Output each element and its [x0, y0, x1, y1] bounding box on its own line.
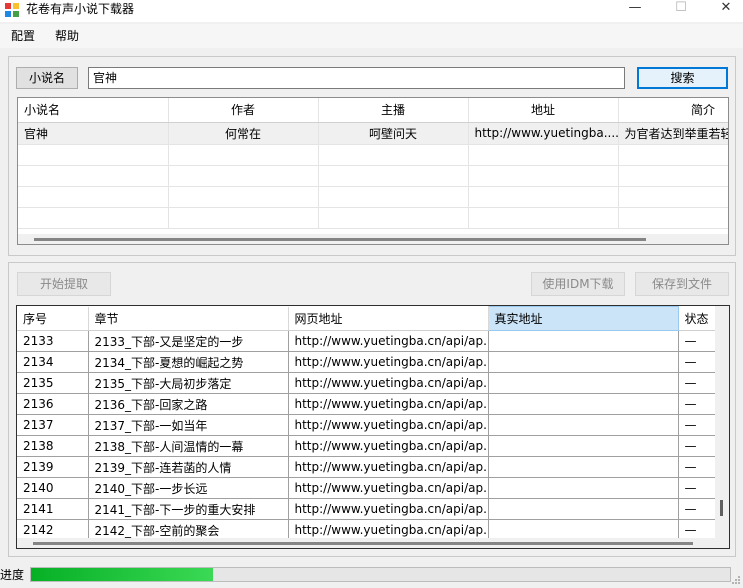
table-row[interactable]: 2140 2140_下部-一步长远 http://www.yuetingba.cn/… [17, 477, 729, 499]
col-author[interactable]: 作者 [168, 98, 319, 123]
progress-label: 进度 [0, 568, 25, 582]
cell-real-url [488, 393, 679, 415]
cell-author: 何常在 [168, 122, 319, 145]
cell-chapter: 2141_下部-下一步的重大安排 [88, 498, 289, 520]
maximize-button[interactable]: ☐ [658, 0, 704, 18]
table-row[interactable]: 官神 何常在 呵壁问天 http://www.yuetingba.... 为官者… [18, 122, 728, 145]
cell-real-url [488, 351, 679, 373]
results-hscrollbar[interactable] [18, 234, 728, 244]
cell-real-url [488, 414, 679, 436]
cell-page-url: http://www.yuetingba.cn/api/ap... [288, 414, 489, 436]
cell-chapter: 2136_下部-回家之路 [88, 393, 289, 415]
menu-help[interactable]: 帮助 [49, 24, 85, 48]
col-narrator[interactable]: 主播 [318, 98, 469, 123]
menu-bar: 配置 帮助 [0, 24, 743, 48]
col-url[interactable]: 地址 [468, 98, 619, 123]
cell-narrator: 呵壁问天 [318, 122, 469, 145]
cell-index: 2139 [17, 456, 89, 478]
app-icon [5, 3, 19, 17]
progress-bar [30, 567, 731, 582]
menu-config[interactable]: 配置 [5, 24, 41, 48]
cell-page-url: http://www.yuetingba.cn/api/ap... [288, 477, 489, 499]
col-intro[interactable]: 简介 [618, 98, 728, 123]
cell-index: 2141 [17, 498, 89, 520]
cell-page-url: http://www.yuetingba.cn/api/ap... [288, 435, 489, 457]
empty-row [18, 207, 728, 229]
start-extract-button[interactable]: 开始提取 [17, 272, 111, 296]
cell-index: 2140 [17, 477, 89, 499]
cell-real-url [488, 498, 679, 520]
cell-index: 2133 [17, 330, 89, 352]
empty-row [18, 165, 728, 187]
col-novel-name[interactable]: 小说名 [18, 98, 169, 123]
table-row[interactable]: 2136 2136_下部-回家之路 http://www.yuetingba.cn/… [17, 393, 729, 415]
cell-real-url [488, 372, 679, 394]
chapters-vscroll-thumb[interactable] [720, 500, 723, 516]
chapters-hscroll-thumb[interactable] [33, 542, 693, 545]
chapters-hscrollbar[interactable] [17, 538, 715, 548]
window-title: 花卷有声小说下载器 [26, 2, 135, 16]
cell-novel-name: 官神 [18, 122, 169, 145]
table-row[interactable]: 2139 2139_下部-连若菡的人情 http://www.yuetingba.c… [17, 456, 729, 478]
cell-page-url: http://www.yuetingba.cn/api/ap... [288, 351, 489, 373]
cell-page-url: http://www.yuetingba.cn/api/ap... [288, 498, 489, 520]
cell-index: 2137 [17, 414, 89, 436]
resize-grip-icon[interactable] [731, 574, 741, 584]
cell-page-url: http://www.yuetingba.cn/api/ap... [288, 372, 489, 394]
search-input[interactable]: 官神 [88, 67, 625, 89]
cell-real-url [488, 435, 679, 457]
cell-page-url: http://www.yuetingba.cn/api/ap... [288, 330, 489, 352]
cell-page-url: http://www.yuetingba.cn/api/ap... [288, 393, 489, 415]
cell-index: 2138 [17, 435, 89, 457]
cell-url: http://www.yuetingba.... [468, 122, 619, 145]
table-row[interactable]: 2138 2138_下部-人间温情的一幕 http://www.yuetingba.… [17, 435, 729, 457]
chapters-grid: 序号 章节 网页地址 真实地址 状态 2133 2133_下部-又是坚定的一步 ht… [16, 305, 730, 549]
cell-index: 2136 [17, 393, 89, 415]
col-chapter[interactable]: 章节 [88, 306, 289, 331]
results-grid: 小说名 作者 主播 地址 简介 官神 何常在 呵壁问天 http://www.y… [17, 97, 729, 245]
table-row[interactable]: 2141 2141_下部-下一步的重大安排 http://www.yuetingba… [17, 498, 729, 520]
cell-real-url [488, 330, 679, 352]
cell-chapter: 2137_下部-一如当年 [88, 414, 289, 436]
cell-chapter: 2134_下部-夏想的崛起之势 [88, 351, 289, 373]
title-bar: 花卷有声小说下载器 — ☐ ✕ [0, 0, 743, 22]
chapters-header-row: 序号 章节 网页地址 真实地址 状态 [17, 306, 729, 331]
cell-chapter: 2140_下部-一步长远 [88, 477, 289, 499]
cell-page-url: http://www.yuetingba.cn/api/ap... [288, 456, 489, 478]
cell-chapter: 2135_下部-大局初步落定 [88, 372, 289, 394]
cell-real-url [488, 456, 679, 478]
results-hscroll-thumb[interactable] [34, 238, 646, 241]
col-page-url[interactable]: 网页地址 [288, 306, 489, 331]
chapters-vscrollbar[interactable] [715, 306, 729, 548]
cell-index: 2134 [17, 351, 89, 373]
novel-name-label: 小说名 [16, 67, 78, 89]
cell-index: 2135 [17, 372, 89, 394]
results-header-row: 小说名 作者 主播 地址 简介 [18, 98, 728, 123]
cell-chapter: 2138_下部-人间温情的一幕 [88, 435, 289, 457]
table-row[interactable]: 2135 2135_下部-大局初步落定 http://www.yuetingba.c… [17, 372, 729, 394]
col-real-url[interactable]: 真实地址 [487, 306, 679, 331]
minimize-button[interactable]: — [612, 0, 658, 18]
table-row[interactable]: 2133 2133_下部-又是坚定的一步 http://www.yuetingba.… [17, 330, 729, 352]
table-row[interactable]: 2137 2137_下部-一如当年 http://www.yuetingba.cn/… [17, 414, 729, 436]
idm-download-button[interactable]: 使用IDM下载 [531, 272, 625, 296]
cell-chapter: 2139_下部-连若菡的人情 [88, 456, 289, 478]
cell-intro: 为官者达到举重若轻 [618, 122, 728, 145]
empty-row [18, 144, 728, 166]
cell-chapter: 2133_下部-又是坚定的一步 [88, 330, 289, 352]
search-button[interactable]: 搜索 [637, 67, 728, 89]
progress-fill [31, 568, 213, 581]
table-row[interactable]: 2134 2134_下部-夏想的崛起之势 http://www.yuetingba.… [17, 351, 729, 373]
col-index[interactable]: 序号 [17, 306, 89, 331]
empty-row [18, 186, 728, 208]
close-button[interactable]: ✕ [703, 0, 743, 18]
save-to-file-button[interactable]: 保存到文件 [635, 272, 729, 296]
cell-real-url [488, 477, 679, 499]
